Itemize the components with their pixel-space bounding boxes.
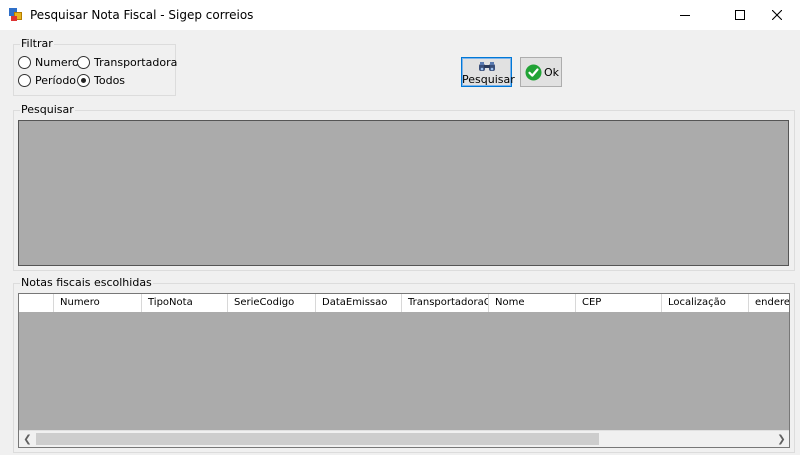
radio-label-numero: Numero: [35, 56, 79, 69]
radio-label-periodo: Período: [35, 74, 77, 87]
ok-button[interactable]: Ok: [520, 57, 562, 87]
radio-label-todos: Todos: [94, 74, 126, 87]
search-results-grid[interactable]: [18, 120, 789, 266]
check-circle-icon: [525, 64, 542, 81]
close-button[interactable]: [754, 0, 800, 30]
radio-transportadora[interactable]: Transportadora: [77, 56, 177, 69]
column-header-nome[interactable]: Nome: [489, 294, 576, 312]
search-legend: Pesquisar: [20, 103, 75, 116]
close-icon: [772, 10, 782, 20]
chosen-legend: Notas fiscais escolhidas: [20, 276, 153, 289]
filter-legend: Filtrar: [20, 37, 54, 50]
maximize-icon: [735, 10, 745, 20]
scroll-thumb[interactable]: [36, 433, 599, 445]
column-header-dataemissao[interactable]: DataEmissao: [316, 294, 402, 312]
radio-periodo[interactable]: Período: [18, 74, 76, 87]
column-header-tiponota[interactable]: TipoNota: [142, 294, 228, 312]
column-header-endereco[interactable]: endereco: [749, 294, 789, 312]
radio-circle-periodo[interactable]: [18, 74, 31, 87]
column-header-cep[interactable]: CEP: [576, 294, 662, 312]
column-header-localizacao[interactable]: Localização: [662, 294, 749, 312]
form-body: Filtrar Numero Transportadora Período To…: [0, 30, 800, 455]
ok-button-label: Ok: [544, 66, 560, 79]
scroll-right-icon[interactable]: ❯: [773, 431, 789, 447]
binoculars-icon: [479, 62, 495, 71]
radio-label-transportadora: Transportadora: [94, 56, 178, 69]
radio-numero[interactable]: Numero: [18, 56, 79, 69]
row-header-corner[interactable]: [19, 294, 54, 312]
radio-todos[interactable]: Todos: [77, 74, 125, 87]
filter-groupbox: Filtrar Numero Transportadora Período To…: [13, 37, 177, 96]
radio-circle-transportadora[interactable]: [77, 56, 90, 69]
radio-circle-todos[interactable]: [77, 74, 90, 87]
column-header-transportadoracod[interactable]: TransportadoraCod: [402, 294, 489, 312]
chosen-notes-grid[interactable]: Numero TipoNota SerieCodigo DataEmissao …: [18, 293, 790, 448]
window-title: Pesquisar Nota Fiscal - Sigep correios: [30, 8, 254, 22]
horizontal-scrollbar[interactable]: ❮ ❯: [19, 430, 789, 447]
minimize-icon: [680, 15, 690, 16]
search-button-label: Pesquisar: [462, 73, 515, 86]
app-icon: [9, 8, 23, 22]
search-button[interactable]: Pesquisar: [461, 57, 515, 87]
grid-header-row: Numero TipoNota SerieCodigo DataEmissao …: [19, 294, 789, 312]
column-header-numero[interactable]: Numero: [54, 294, 142, 312]
column-header-seriecodigo[interactable]: SerieCodigo: [228, 294, 316, 312]
scroll-left-icon[interactable]: ❮: [19, 431, 36, 447]
minimize-button[interactable]: [662, 0, 708, 30]
radio-circle-numero[interactable]: [18, 56, 31, 69]
title-bar: Pesquisar Nota Fiscal - Sigep correios: [0, 0, 800, 30]
